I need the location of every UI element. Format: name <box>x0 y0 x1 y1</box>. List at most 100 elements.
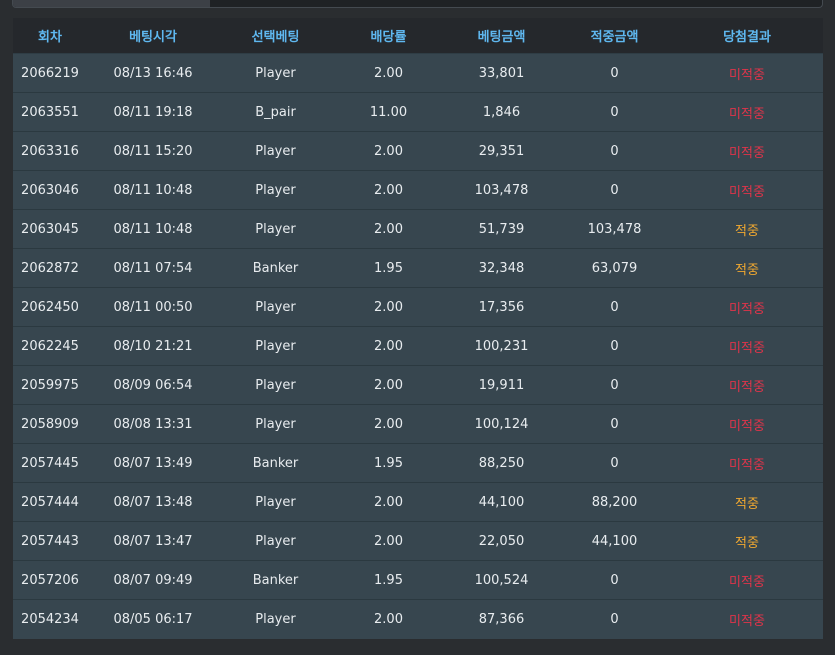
cell-round: 2058909 <box>13 404 87 444</box>
cell-win-amount: 0 <box>558 326 671 366</box>
cell-win-amount: 0 <box>558 170 671 210</box>
table-row: 2063045 08/11 10:48 Player 2.00 51,739 103,47… <box>13 209 823 249</box>
cell-round: 2063045 <box>13 209 87 249</box>
cell-bet-choice: Player <box>219 287 332 327</box>
cell-bet-time: 08/08 13:31 <box>87 404 219 444</box>
betting-history-panel: 회차 베팅시각 선택베팅 배당률 베팅금액 적중금액 당첨결과 2066219 0… <box>13 18 823 639</box>
cell-bet-amount: 100,231 <box>445 326 558 366</box>
table-row: 2058909 08/08 13:31 Player 2.00 100,124 0 미적중 <box>13 404 823 444</box>
cell-win-amount: 88,200 <box>558 482 671 522</box>
cell-round: 2057445 <box>13 443 87 483</box>
cell-result: 미적중 <box>671 131 823 171</box>
cell-bet-time: 08/07 09:49 <box>87 560 219 600</box>
cell-bet-choice: Player <box>219 404 332 444</box>
header-bet-choice: 선택베팅 <box>219 18 332 54</box>
cell-bet-amount: 44,100 <box>445 482 558 522</box>
cell-round: 2054234 <box>13 599 87 639</box>
cell-bet-time: 08/07 13:48 <box>87 482 219 522</box>
cell-bet-amount: 1,846 <box>445 92 558 132</box>
cell-bet-amount: 100,524 <box>445 560 558 600</box>
cell-bet-choice: Player <box>219 599 332 639</box>
cell-round: 2057206 <box>13 560 87 600</box>
header-row: 회차 베팅시각 선택베팅 배당률 베팅금액 적중금액 당첨결과 <box>13 18 823 54</box>
cell-bet-choice: Player <box>219 131 332 171</box>
cell-bet-amount: 32,348 <box>445 248 558 288</box>
cell-odds: 2.00 <box>332 209 445 249</box>
cell-round: 2063316 <box>13 131 87 171</box>
cell-bet-amount: 22,050 <box>445 521 558 561</box>
cell-bet-choice: Banker <box>219 248 332 288</box>
cell-bet-choice: Player <box>219 170 332 210</box>
cell-win-amount: 0 <box>558 365 671 405</box>
cell-round: 2062245 <box>13 326 87 366</box>
cell-odds: 2.00 <box>332 326 445 366</box>
cell-result: 미적중 <box>671 53 823 93</box>
cell-win-amount: 0 <box>558 131 671 171</box>
table-header: 회차 베팅시각 선택베팅 배당률 베팅금액 적중금액 당첨결과 <box>13 18 823 54</box>
cell-win-amount: 0 <box>558 92 671 132</box>
cell-odds: 2.00 <box>332 131 445 171</box>
cell-result: 미적중 <box>671 365 823 405</box>
table-row: 2062245 08/10 21:21 Player 2.00 100,231 0 미적중 <box>13 326 823 366</box>
cell-win-amount: 44,100 <box>558 521 671 561</box>
cell-bet-amount: 100,124 <box>445 404 558 444</box>
cell-bet-time: 08/05 06:17 <box>87 599 219 639</box>
cell-odds: 2.00 <box>332 53 445 93</box>
table-row: 2063046 08/11 10:48 Player 2.00 103,478 0 미적중 <box>13 170 823 210</box>
cell-bet-time: 08/11 07:54 <box>87 248 219 288</box>
table-row: 2066219 08/13 16:46 Player 2.00 33,801 0 미적중 <box>13 53 823 93</box>
cell-win-amount: 0 <box>558 560 671 600</box>
cell-win-amount: 63,079 <box>558 248 671 288</box>
table-row: 2057444 08/07 13:48 Player 2.00 44,100 88,200… <box>13 482 823 522</box>
cell-win-amount: 0 <box>558 404 671 444</box>
cell-bet-amount: 19,911 <box>445 365 558 405</box>
cell-result: 미적중 <box>671 287 823 327</box>
cell-bet-amount: 87,366 <box>445 599 558 639</box>
header-round: 회차 <box>13 18 87 54</box>
cell-bet-amount: 33,801 <box>445 53 558 93</box>
cell-bet-choice: Player <box>219 209 332 249</box>
cell-round: 2066219 <box>13 53 87 93</box>
cell-bet-time: 08/13 16:46 <box>87 53 219 93</box>
cell-odds: 1.95 <box>332 248 445 288</box>
cell-win-amount: 0 <box>558 287 671 327</box>
cell-bet-time: 08/11 00:50 <box>87 287 219 327</box>
cell-bet-choice: Player <box>219 482 332 522</box>
cell-round: 2059975 <box>13 365 87 405</box>
horizontal-scrollbar[interactable] <box>12 0 823 8</box>
table-row: 2057206 08/07 09:49 Banker 1.95 100,524 0 미적중 <box>13 560 823 600</box>
cell-result: 미적중 <box>671 599 823 639</box>
cell-bet-time: 08/11 19:18 <box>87 92 219 132</box>
cell-bet-choice: Player <box>219 521 332 561</box>
cell-round: 2062872 <box>13 248 87 288</box>
header-bet-time: 베팅시각 <box>87 18 219 54</box>
cell-result: 미적중 <box>671 404 823 444</box>
table-row: 2063316 08/11 15:20 Player 2.00 29,351 0 미적중 <box>13 131 823 171</box>
cell-result: 미적중 <box>671 560 823 600</box>
cell-odds: 2.00 <box>332 599 445 639</box>
cell-win-amount: 0 <box>558 599 671 639</box>
cell-round: 2062450 <box>13 287 87 327</box>
cell-bet-choice: Banker <box>219 443 332 483</box>
header-result: 당첨결과 <box>671 18 823 54</box>
cell-bet-amount: 51,739 <box>445 209 558 249</box>
cell-result: 적중 <box>671 482 823 522</box>
cell-odds: 2.00 <box>332 365 445 405</box>
cell-result: 적중 <box>671 209 823 249</box>
cell-win-amount: 0 <box>558 53 671 93</box>
scrollbar-thumb[interactable] <box>13 0 210 7</box>
cell-bet-choice: Player <box>219 53 332 93</box>
table-row: 2063551 08/11 19:18 B_pair 11.00 1,846 0 미적중 <box>13 92 823 132</box>
cell-bet-time: 08/10 21:21 <box>87 326 219 366</box>
cell-result: 미적중 <box>671 170 823 210</box>
cell-result: 적중 <box>671 521 823 561</box>
cell-odds: 1.95 <box>332 443 445 483</box>
table-body: 2066219 08/13 16:46 Player 2.00 33,801 0 미적중 20… <box>13 53 823 639</box>
header-odds: 배당률 <box>332 18 445 54</box>
cell-odds: 2.00 <box>332 170 445 210</box>
cell-odds: 2.00 <box>332 404 445 444</box>
cell-result: 미적중 <box>671 443 823 483</box>
cell-odds: 1.95 <box>332 560 445 600</box>
table-row: 2054234 08/05 06:17 Player 2.00 87,366 0 미적중 <box>13 599 823 639</box>
cell-round: 2057444 <box>13 482 87 522</box>
